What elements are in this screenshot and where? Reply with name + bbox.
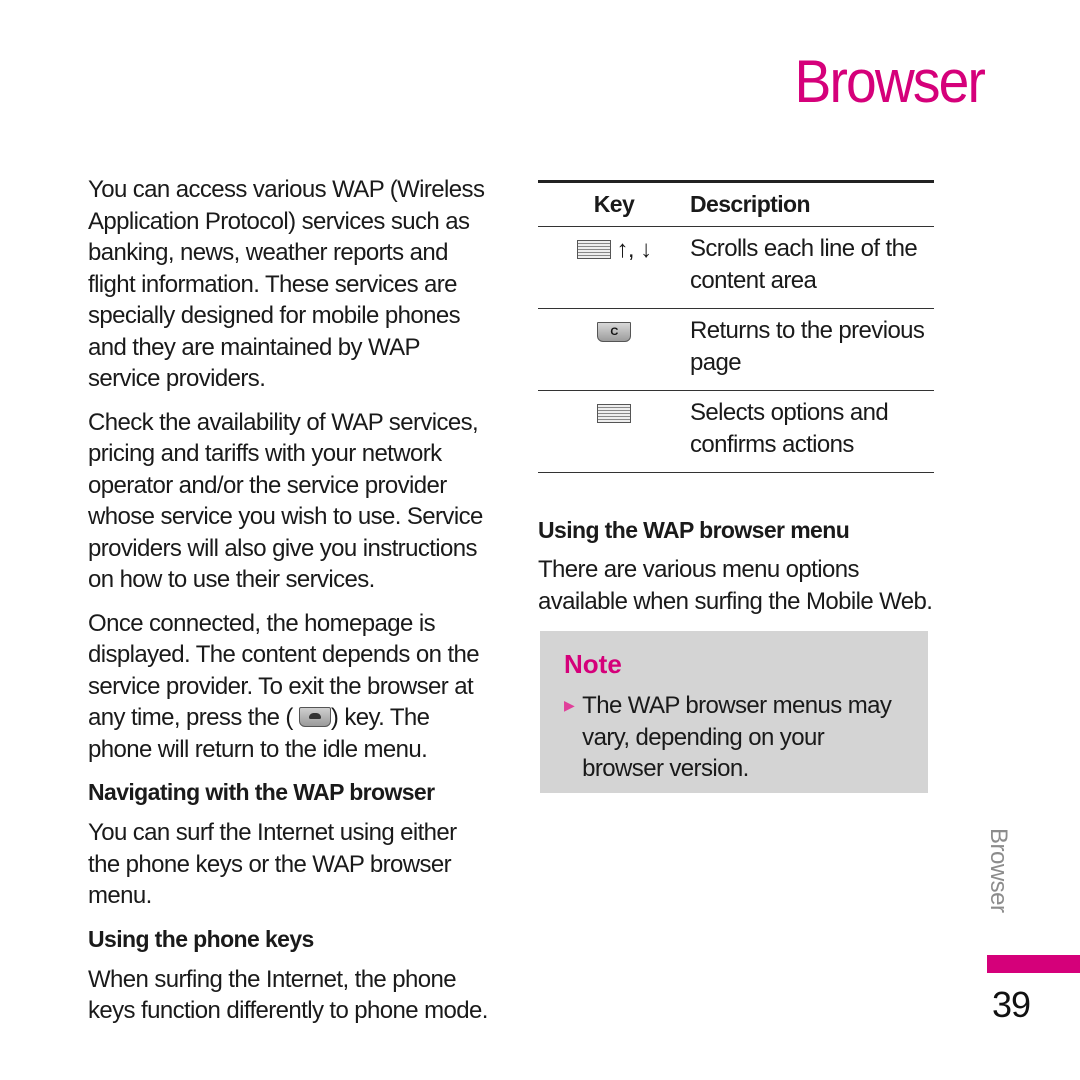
table-row: ↑, ↓ Scrolls each line of the content ar… [538,226,934,309]
note-item: ▶ The WAP browser menus may vary, depend… [564,690,904,785]
clear-key-icon: C [597,321,631,342]
intro-paragraph-1: You can access various WAP (Wireless App… [88,176,485,392]
navigating-paragraph: You can surf the Internet using either t… [88,819,457,909]
table-row: Selects options and confirms actions [538,390,934,473]
section-marker-bar [987,955,1080,973]
description-column-header: Description [690,180,934,227]
key-column-header: Key [538,180,690,227]
page-number: 39 [992,984,1031,1025]
browser-menu-paragraph: There are various menu options available… [538,556,933,615]
heading-navigating: Navigating with the WAP browser [88,779,435,805]
right-column: Key Description ↑, ↓ Scrolls each line o… [538,180,934,629]
phone-keys-paragraph: When surfing the Internet, the phone key… [88,965,488,1025]
end-call-key-icon [298,707,331,727]
description-cell: Selects options and confirms actions [690,390,934,473]
section-side-label: Browser [985,828,1012,913]
arrow-keys-label: ↑, ↓ [616,235,653,263]
key-cell [538,390,690,473]
key-table: Key Description ↑, ↓ Scrolls each line o… [538,180,934,473]
key-cell: ↑, ↓ [538,226,690,309]
key-cell: C [538,308,690,391]
table-row: C Returns to the previous page [538,308,934,391]
description-cell: Returns to the previous page [690,308,934,391]
ok-key-icon [597,404,631,424]
note-text: The WAP browser menus may vary, dependin… [582,692,892,782]
heading-browser-menu: Using the WAP browser menu [538,517,850,543]
key-table-header: Key Description [538,180,934,227]
note-box: Note ▶ The WAP browser menus may vary, d… [540,631,928,793]
left-column: You can access various WAP (Wireless App… [88,174,488,1039]
intro-paragraph-2: Check the availability of WAP services, … [88,408,483,594]
page-title: Browser [794,48,985,115]
note-title: Note [564,649,622,679]
navigation-key-icon [576,240,611,260]
intro-paragraph-3: Once connected, the homepage is displaye… [88,608,488,766]
triangle-bullet-icon: ▶ [564,697,575,713]
heading-phone-keys: Using the phone keys [88,925,314,952]
description-cell: Scrolls each line of the content area [690,226,934,309]
